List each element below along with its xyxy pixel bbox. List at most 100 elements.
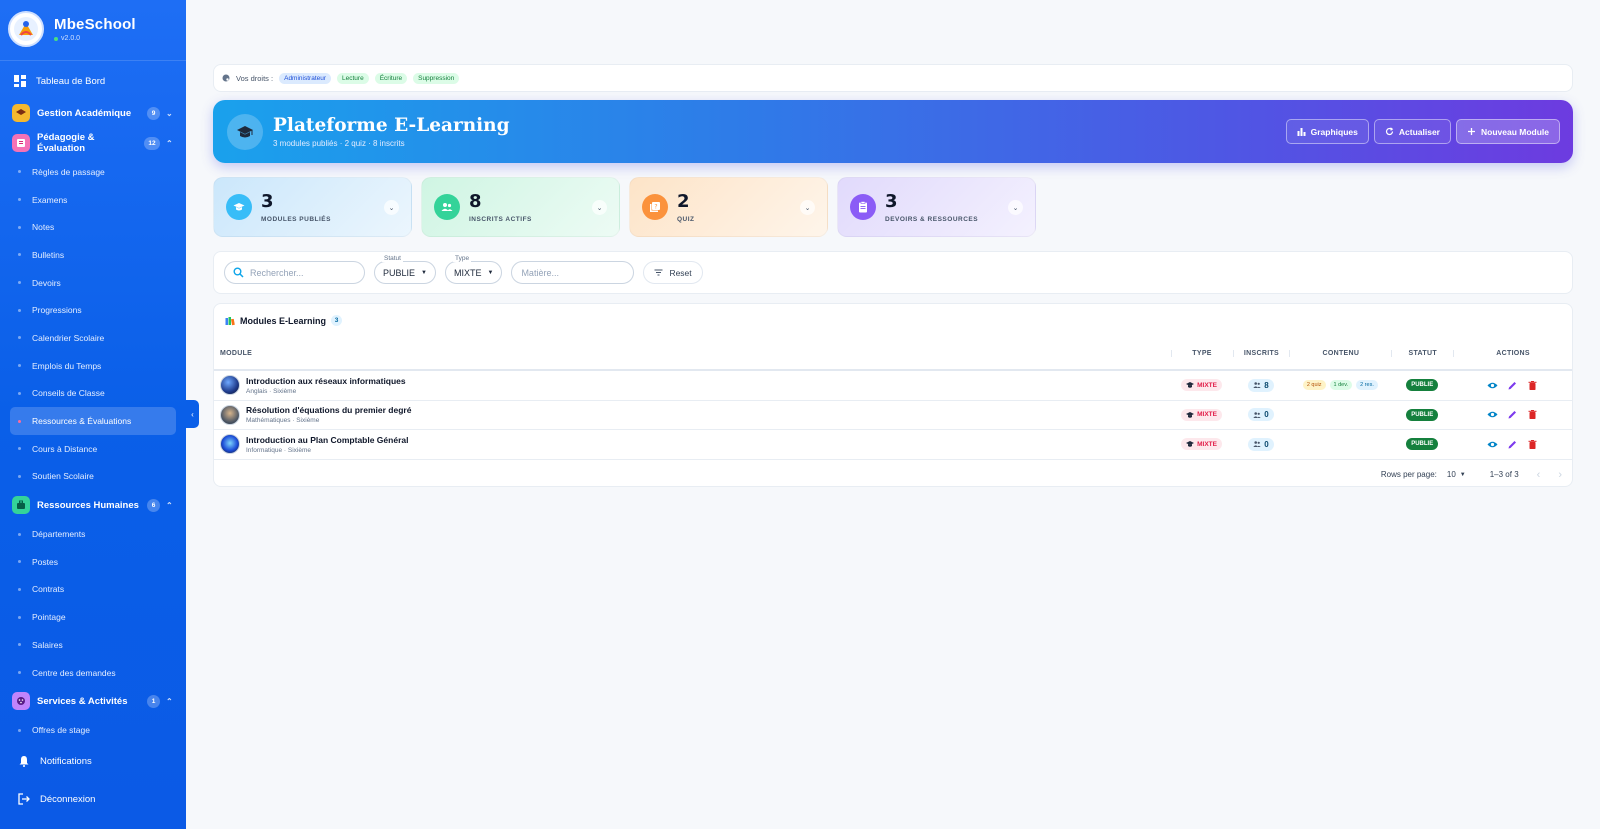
status-select[interactable]: Statut PUBLIE ▼ bbox=[374, 255, 436, 284]
subject-placeholder: Matière... bbox=[521, 267, 559, 278]
sidebar-item-label: Contrats bbox=[32, 584, 65, 595]
bullet-icon bbox=[18, 474, 21, 478]
chevron-down-icon[interactable]: ⌄ bbox=[384, 200, 399, 215]
search-placeholder: Rechercher... bbox=[250, 267, 304, 278]
sidebar-item-label: Offres de stage bbox=[32, 725, 90, 736]
sidebar-item-pointage[interactable]: Pointage bbox=[0, 603, 186, 631]
logout-icon bbox=[18, 793, 30, 805]
button-label: Reset bbox=[669, 267, 692, 278]
sidebar-item-devoirs[interactable]: Devoirs bbox=[0, 269, 186, 297]
chevron-down-icon[interactable]: ⌄ bbox=[592, 200, 607, 215]
quiz-chip: 2 quiz bbox=[1302, 380, 1326, 391]
sidebar-item-label: Progressions bbox=[32, 305, 82, 316]
search-input[interactable]: Rechercher... bbox=[224, 261, 365, 284]
stat-card-modules[interactable]: 3 MODULES PUBLIÉS ⌄ bbox=[213, 177, 412, 237]
sidebar-item-offres-de-stage[interactable]: Offres de stage bbox=[0, 716, 186, 744]
rows-per-page-select[interactable]: 10 ▼ bbox=[1447, 470, 1466, 479]
sidebar-item-salaires[interactable]: Salaires bbox=[0, 631, 186, 659]
delete-trash-icon[interactable] bbox=[1527, 409, 1538, 420]
status-dot-icon bbox=[54, 36, 58, 41]
filters-bar: Rechercher... Statut PUBLIE ▼ Type MIXTE… bbox=[213, 251, 1573, 294]
sidebar-item-centre-des-demandes[interactable]: Centre des demandes bbox=[0, 659, 186, 687]
sidebar-group-gestion-academique[interactable]: Gestion Académique 9 ⌄ bbox=[0, 98, 186, 128]
type-badge-text: MIXTE bbox=[1197, 411, 1217, 419]
stat-card-devoirs[interactable]: 3 DEVOIRS & RESSOURCES ⌄ bbox=[837, 177, 1036, 237]
bullet-icon bbox=[18, 419, 21, 423]
column-header-type[interactable]: TYPE bbox=[1170, 349, 1233, 357]
delete-trash-icon[interactable] bbox=[1527, 380, 1538, 391]
charts-button[interactable]: Graphiques bbox=[1285, 119, 1369, 144]
next-page-button[interactable]: › bbox=[1558, 469, 1562, 481]
sidebar-item-postes[interactable]: Postes bbox=[0, 548, 186, 576]
sidebar-item-conseils-de-classe[interactable]: Conseils de Classe bbox=[0, 380, 186, 408]
view-eye-icon[interactable] bbox=[1487, 409, 1498, 420]
sidebar-item-ressources-evaluations[interactable]: Ressources & Évaluations bbox=[10, 407, 176, 435]
sidebar-item-departements[interactable]: Départements bbox=[0, 520, 186, 548]
sidebar-item-label: Règles de passage bbox=[32, 166, 105, 177]
brand[interactable]: MbeSchool v2.0.0 bbox=[0, 0, 186, 58]
previous-page-button[interactable]: ‹ bbox=[1537, 469, 1541, 481]
type-badge: MIXTE bbox=[1181, 379, 1222, 392]
column-header-statut[interactable]: STATUT bbox=[1391, 349, 1453, 357]
sidebar-collapse-button[interactable]: ‹ bbox=[186, 400, 199, 428]
bullet-icon bbox=[18, 170, 21, 174]
version-badge: v2.0.0 bbox=[54, 35, 136, 42]
edit-pencil-icon[interactable] bbox=[1507, 439, 1518, 450]
column-header-actions: ACTIONS bbox=[1453, 349, 1572, 357]
chevron-down-icon[interactable]: ⌄ bbox=[800, 200, 815, 215]
stat-card-quiz[interactable]: ? 2 QUIZ ⌄ bbox=[629, 177, 828, 237]
new-module-button[interactable]: Nouveau Module bbox=[1455, 119, 1560, 144]
sidebar-item-soutien-scolaire[interactable]: Soutien Scolaire bbox=[0, 463, 186, 491]
column-header-contenu[interactable]: CONTENU bbox=[1289, 349, 1391, 357]
group-count-badge: 6 bbox=[147, 498, 160, 512]
type-select[interactable]: Type MIXTE ▼ bbox=[444, 255, 503, 284]
type-select-value: MIXTE bbox=[453, 267, 482, 278]
sidebar-item-cours-a-distance[interactable]: Cours à Distance bbox=[0, 435, 186, 463]
sidebar-item-examens[interactable]: Examens bbox=[0, 186, 186, 214]
stat-card-inscrits[interactable]: 8 INSCRITS ACTIFS ⌄ bbox=[421, 177, 620, 237]
delete-trash-icon[interactable] bbox=[1527, 439, 1538, 450]
column-header-module[interactable]: MODULE bbox=[214, 350, 1171, 357]
module-title: Résolution d'équations du premier degré bbox=[246, 405, 412, 416]
type-badge: MIXTE bbox=[1181, 408, 1222, 421]
table-row[interactable]: Introduction aux réseaux informatiques An… bbox=[214, 371, 1572, 401]
sidebar-item-label: Notes bbox=[32, 222, 55, 233]
sidebar-item-notifications[interactable]: Notifications bbox=[0, 746, 186, 776]
sidebar-item-calendrier-scolaire[interactable]: Calendrier Scolaire bbox=[0, 324, 186, 352]
bullet-icon bbox=[18, 391, 21, 395]
bar-chart-icon bbox=[1297, 128, 1306, 136]
sidebar-item-label: Centre des demandes bbox=[32, 667, 116, 678]
sidebar-item-bulletins[interactable]: Bulletins bbox=[0, 241, 186, 269]
sidebar-group-ressources-humaines[interactable]: Ressources Humaines 6 ⌃ bbox=[0, 490, 186, 520]
column-header-inscrits[interactable]: INSCRITS bbox=[1232, 349, 1290, 357]
subject-input[interactable]: Matière... bbox=[511, 261, 635, 284]
sidebar-group-services-activites[interactable]: Services & Activités 1 ⌃ bbox=[0, 686, 186, 716]
sidebar-group-pedagogie[interactable]: Pédagogie & Évaluation 12 ⌃ bbox=[0, 128, 186, 158]
refresh-button[interactable]: Actualiser bbox=[1373, 119, 1451, 144]
view-eye-icon[interactable] bbox=[1487, 380, 1498, 391]
reset-filters-button[interactable]: Reset bbox=[643, 261, 703, 284]
type-badge: MIXTE bbox=[1181, 438, 1222, 451]
sidebar-item-notes[interactable]: Notes bbox=[0, 213, 186, 241]
rights-chip-lecture: Lecture bbox=[337, 72, 369, 84]
sidebar-item-regles-de-passage[interactable]: Règles de passage bbox=[0, 158, 186, 186]
module-subtitle: Informatique · Sixième bbox=[246, 446, 312, 454]
stat-label: QUIZ bbox=[677, 215, 695, 223]
table-row[interactable]: Introduction au Plan Comptable Général In… bbox=[214, 430, 1572, 460]
rights-chip-ecriture: Écriture bbox=[374, 72, 408, 84]
logout-button[interactable]: Déconnexion bbox=[0, 784, 186, 814]
bullet-icon bbox=[18, 615, 21, 619]
bullet-icon bbox=[18, 532, 21, 536]
chevron-down-icon[interactable]: ⌄ bbox=[1008, 200, 1023, 215]
sidebar-item-emplois-du-temps[interactable]: Emplois du Temps bbox=[0, 352, 186, 380]
table-row[interactable]: Résolution d'équations du premier degré M… bbox=[214, 401, 1572, 430]
sidebar-item-contrats[interactable]: Contrats bbox=[0, 576, 186, 604]
status-select-label: Statut bbox=[382, 255, 403, 262]
view-eye-icon[interactable] bbox=[1487, 439, 1498, 450]
edit-pencil-icon[interactable] bbox=[1507, 409, 1518, 420]
edit-pencil-icon[interactable] bbox=[1507, 380, 1518, 391]
sidebar-item-dashboard[interactable]: Tableau de Bord bbox=[0, 67, 186, 95]
sidebar-item-progressions[interactable]: Progressions bbox=[0, 296, 186, 324]
table-count-badge: 3 bbox=[331, 315, 343, 326]
table-title: Modules E-Learning bbox=[240, 315, 327, 326]
